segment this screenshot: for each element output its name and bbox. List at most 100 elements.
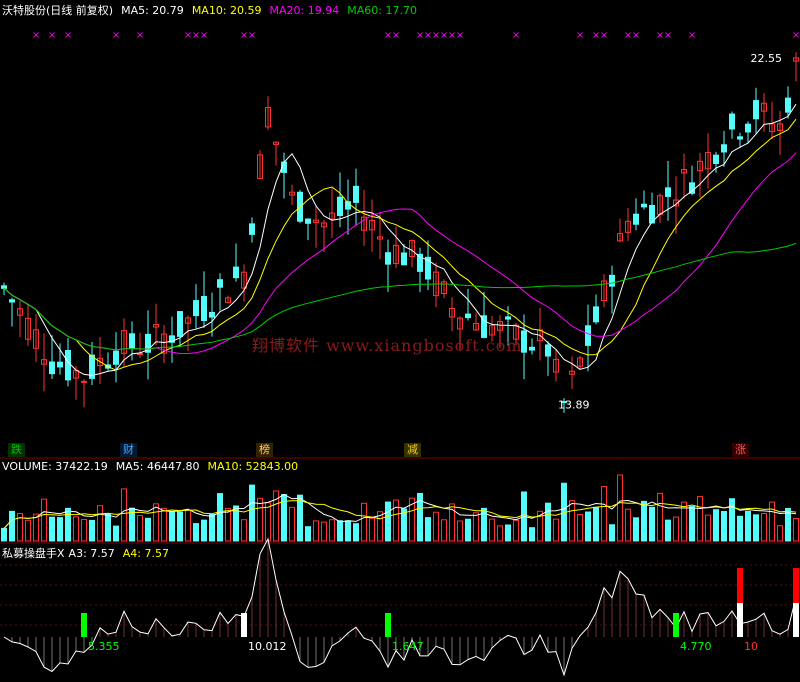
signal-tag: 财 <box>120 443 137 457</box>
volume-bar <box>313 520 319 542</box>
x-marker: × <box>632 30 640 41</box>
price-annotation: 22.55 <box>751 52 783 65</box>
volume-bar <box>777 525 783 542</box>
candle-body <box>113 350 119 365</box>
volume-bar <box>137 515 143 542</box>
x-marker: × <box>512 30 520 41</box>
x-marker: × <box>136 30 144 41</box>
candle-body <box>249 223 255 235</box>
volume-bar <box>641 500 647 542</box>
volume-bar <box>769 501 775 542</box>
volume-bar <box>337 520 343 542</box>
volume-bar <box>473 512 479 542</box>
volume-bar <box>433 511 439 542</box>
vol-ma10-line <box>3 500 797 529</box>
volume-bar <box>161 507 167 542</box>
volume-bar <box>569 500 575 542</box>
indicator-label: 4.770 <box>680 640 712 653</box>
volume-bar <box>345 520 351 542</box>
volume-bar <box>745 510 751 542</box>
volume-bar <box>697 496 703 542</box>
indicator-signal <box>673 613 679 637</box>
volume-bar <box>489 518 495 542</box>
volume-bar <box>25 519 31 542</box>
volume-bar <box>577 513 583 542</box>
candle-body <box>209 311 215 318</box>
x-marker: × <box>664 30 672 41</box>
x-marker: × <box>792 30 800 41</box>
volume-bar <box>761 512 767 542</box>
volume-bar <box>353 523 359 542</box>
volume-bar <box>97 505 103 542</box>
volume-bar <box>601 485 607 542</box>
indicator-signal-bottom <box>737 603 743 637</box>
candle-body <box>729 113 735 130</box>
volume-bar <box>81 518 87 542</box>
volume-bar <box>441 519 447 542</box>
signal-tag: 涨 <box>732 443 749 457</box>
volume-bar <box>321 521 327 542</box>
volume-bar <box>169 511 175 542</box>
candle-body <box>465 313 471 319</box>
volume-bar <box>721 511 727 542</box>
vol-ma5-value: MA5: 46447.80 <box>115 460 200 473</box>
x-marker: × <box>112 30 120 41</box>
volume-bar <box>329 519 335 542</box>
x-marker: × <box>456 30 464 41</box>
signal-tag: 跌 <box>8 443 25 457</box>
candle-body <box>57 361 63 368</box>
volume-bar <box>289 506 295 542</box>
indicator-label: 5.355 <box>88 640 120 653</box>
volume-bar <box>217 493 223 542</box>
candle-body <box>665 187 671 197</box>
volume-bar <box>257 497 263 542</box>
candle-body <box>505 316 511 320</box>
x-marker: × <box>200 30 208 41</box>
indicator-signal <box>241 613 247 637</box>
x-marker: × <box>688 30 696 41</box>
x-marker: × <box>248 30 256 41</box>
volume-bar <box>385 501 391 542</box>
volume-bar <box>241 519 247 542</box>
volume-bar <box>249 484 255 542</box>
indicator-label: 1.647 <box>392 640 424 653</box>
x-marker: × <box>32 30 40 41</box>
ma20-line <box>3 152 797 354</box>
x-marker: × <box>600 30 608 41</box>
volume-bar <box>105 513 111 542</box>
volume-bar <box>657 492 663 542</box>
vol-ma10-value: MA10: 52843.00 <box>207 460 299 473</box>
a4-value: A4: 7.57 <box>122 547 169 560</box>
volume-bar <box>73 516 79 542</box>
candle-body <box>233 266 239 279</box>
volume-bar <box>305 526 311 542</box>
volume-bar <box>593 506 599 542</box>
candle-body <box>529 346 535 351</box>
indicator-signal-top <box>737 568 743 603</box>
candle-body <box>137 352 143 355</box>
candle-body <box>713 154 719 165</box>
volume-bar <box>665 519 671 542</box>
volume-value: VOLUME: 37422.19 <box>2 460 108 473</box>
indicator-label: 10 <box>744 640 758 653</box>
volume-bar <box>89 519 95 542</box>
volume-bar <box>505 524 511 542</box>
candle-body <box>193 300 199 317</box>
price-annotation: 13.89 <box>558 398 590 411</box>
indicator-signal <box>81 613 87 637</box>
volume-bar <box>265 502 271 542</box>
volume-bar <box>737 515 743 542</box>
vol-ma5-line <box>3 493 797 529</box>
watermark: 翔博软件 www.xiangbosoft.com <box>252 336 523 355</box>
a3-value: A3: 7.57 <box>68 547 115 560</box>
volume-bar <box>201 519 207 542</box>
candle-body <box>737 136 743 140</box>
ma20-value: MA20: 19.94 <box>269 4 340 17</box>
volume-bar <box>545 502 551 542</box>
indicator-signal-bottom <box>793 603 799 637</box>
candle-body <box>593 306 599 323</box>
volume-bar <box>41 498 47 542</box>
volume-bar <box>753 514 759 542</box>
candle-body <box>545 344 551 357</box>
volume-bar <box>401 508 407 542</box>
